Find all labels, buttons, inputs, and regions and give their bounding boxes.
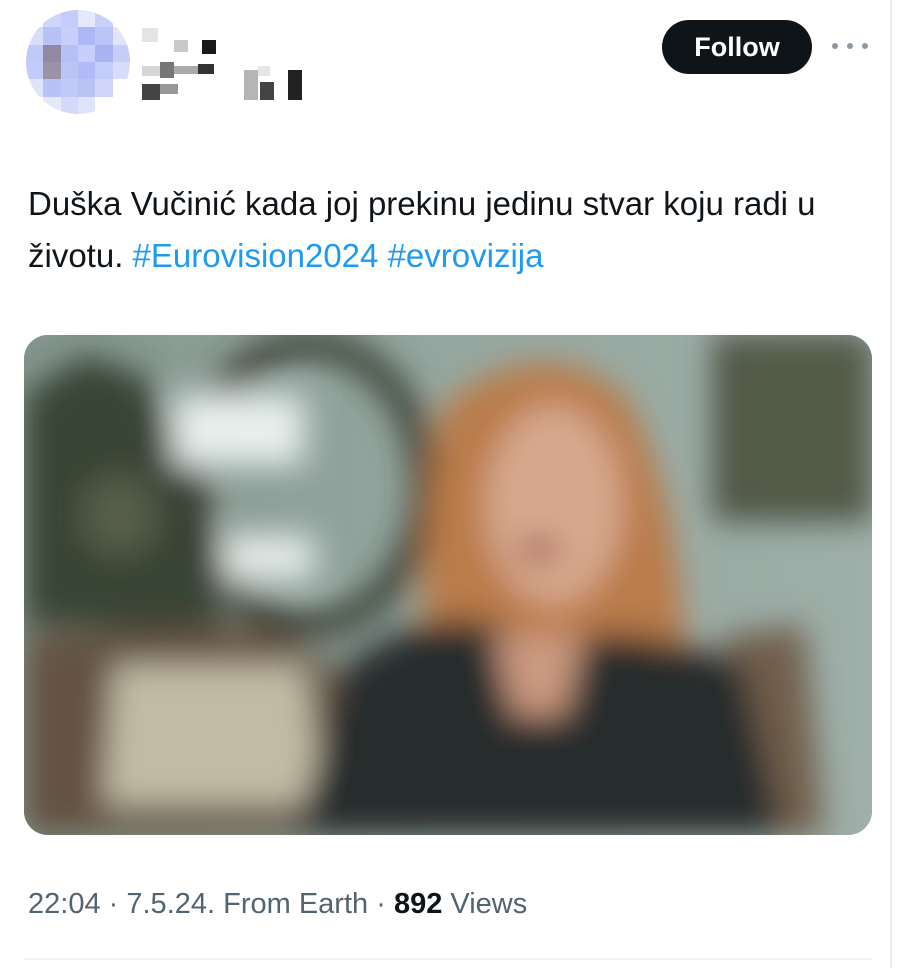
tweet-media-video[interactable] bbox=[24, 335, 872, 835]
views-count: 892 bbox=[393, 888, 443, 920]
separator-dot: · bbox=[376, 888, 386, 920]
more-horizontal-icon[interactable] bbox=[832, 34, 868, 58]
right-divider bbox=[890, 0, 892, 968]
hashtag-evrovizija[interactable]: #evrovizija bbox=[388, 237, 544, 274]
follow-button[interactable]: Follow bbox=[662, 20, 812, 74]
hashtag-eurovision2024[interactable]: #Eurovision2024 bbox=[133, 237, 379, 274]
separator-dot: · bbox=[108, 888, 119, 920]
censored-user-name[interactable] bbox=[140, 26, 310, 104]
tweet-meta: 22:04 · 7.5.24. From Earth · 892 Views bbox=[28, 888, 527, 921]
views-label: Views bbox=[450, 888, 528, 920]
bottom-divider bbox=[24, 958, 872, 960]
tweet-date[interactable]: 7.5.24. bbox=[126, 888, 215, 920]
tweet-text: Duška Vučinić kada joj prekinu jedinu st… bbox=[28, 178, 878, 282]
tweet-source: From Earth bbox=[223, 888, 369, 920]
avatar[interactable] bbox=[26, 10, 130, 114]
video-frame-image bbox=[24, 335, 872, 835]
tweet-time[interactable]: 22:04 bbox=[28, 888, 101, 920]
